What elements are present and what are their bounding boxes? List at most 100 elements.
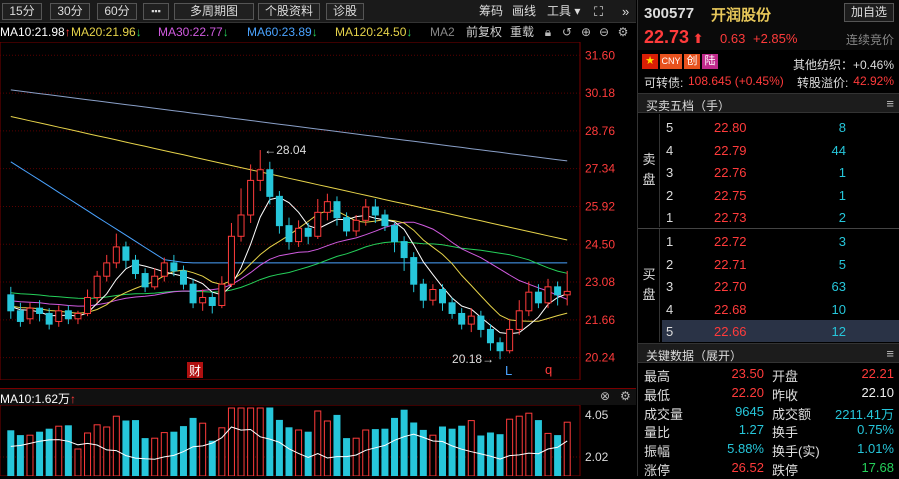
sell-level-row[interactable]: 4 22.79 44 <box>662 139 899 161</box>
candle-body[interactable] <box>515 310 523 330</box>
volume-bar[interactable] <box>314 410 322 476</box>
candle-body[interactable] <box>208 296 216 306</box>
candle-body[interactable] <box>179 270 187 285</box>
volume-bar[interactable] <box>208 440 216 476</box>
candle-body[interactable] <box>36 307 44 314</box>
volume-chart[interactable]: 4.05 2.02 <box>0 405 636 476</box>
candle-body[interactable] <box>410 257 418 285</box>
menu-icon[interactable]: ≡ <box>886 346 894 361</box>
candle-body[interactable] <box>371 206 379 216</box>
volume-bar[interactable] <box>534 420 542 476</box>
volume-bar[interactable] <box>563 421 571 476</box>
candle-body[interactable] <box>323 201 331 213</box>
candle-body[interactable] <box>74 312 82 320</box>
volume-bar[interactable] <box>103 426 111 476</box>
volume-bar[interactable] <box>391 417 399 476</box>
candle-body[interactable] <box>237 214 245 237</box>
volume-bar[interactable] <box>525 412 533 476</box>
lock-icon[interactable]: 🔒︎ <box>541 25 555 39</box>
volume-bar[interactable] <box>84 432 92 476</box>
candle-body[interactable] <box>112 246 120 264</box>
candle-body[interactable] <box>103 262 111 277</box>
collapse-right-icon[interactable]: » <box>622 4 629 19</box>
volume-bar[interactable] <box>304 431 312 476</box>
candle-body[interactable] <box>160 262 168 277</box>
menu-icon[interactable]: ≡ <box>886 96 894 111</box>
undo-icon[interactable]: ↺ <box>560 25 574 39</box>
volume-bar[interactable] <box>506 418 514 476</box>
sell-level-row[interactable]: 1 22.73 2 <box>662 206 899 228</box>
candle-body[interactable] <box>458 312 466 325</box>
reload-button[interactable]: 重载 <box>510 25 534 40</box>
volume-bar[interactable] <box>362 429 370 476</box>
candle-body[interactable] <box>314 211 322 237</box>
volume-bar[interactable] <box>496 434 504 476</box>
candle-body[interactable] <box>199 296 207 304</box>
candle-body[interactable] <box>304 227 312 237</box>
candle-body[interactable] <box>333 201 341 219</box>
candle-body[interactable] <box>189 283 197 304</box>
candle-body[interactable] <box>295 227 303 243</box>
volume-bar[interactable] <box>554 435 562 476</box>
fullscreen-icon[interactable]: ⛶ <box>594 4 603 19</box>
volume-bar[interactable] <box>151 437 159 476</box>
sell-level-row[interactable]: 2 22.75 1 <box>662 184 899 206</box>
volume-bar[interactable] <box>74 448 82 476</box>
stock-info-button[interactable]: 个股资料 <box>258 3 320 20</box>
candle-body[interactable] <box>381 214 389 227</box>
volume-bar[interactable] <box>36 431 44 476</box>
candle-body[interactable] <box>7 294 15 312</box>
diagnose-button[interactable]: 诊股 <box>326 3 364 20</box>
candle-body[interactable] <box>218 283 226 306</box>
buy-level-row[interactable]: 2 22.71 5 <box>662 253 899 275</box>
candle-body[interactable] <box>429 289 437 301</box>
volume-bar[interactable] <box>141 438 149 476</box>
more-periods-button[interactable]: ▪▪▪ <box>143 3 169 20</box>
volume-bar[interactable] <box>438 426 446 476</box>
adjust-mode-label[interactable]: 前复权 <box>466 25 502 40</box>
candle-body[interactable] <box>275 195 283 227</box>
volume-bar[interactable] <box>448 428 456 476</box>
volume-bar[interactable] <box>285 427 293 476</box>
candle-body[interactable] <box>419 283 427 301</box>
volume-bar[interactable] <box>16 435 24 476</box>
close-icon[interactable]: ⊗ <box>600 389 610 403</box>
zoom-in-icon[interactable]: ⊕ <box>579 25 593 39</box>
volume-bar[interactable] <box>515 415 523 476</box>
candle-body[interactable] <box>227 235 235 285</box>
candle-body[interactable] <box>26 307 34 320</box>
volume-bar[interactable] <box>247 407 255 476</box>
candle-body[interactable] <box>362 206 370 221</box>
volume-bar[interactable] <box>486 432 494 476</box>
candle-body[interactable] <box>438 289 446 304</box>
keydata-header[interactable]: 关键数据（展开） ≡ <box>638 343 899 363</box>
candle-body[interactable] <box>534 291 542 304</box>
sector-change[interactable]: 其他纺织：+0.46% <box>793 56 894 73</box>
candle-body[interactable] <box>170 262 178 272</box>
volume-bar[interactable] <box>266 407 274 476</box>
candle-body[interactable] <box>400 241 408 259</box>
candle-body[interactable] <box>496 342 504 352</box>
candle-body[interactable] <box>55 310 63 322</box>
candle-body[interactable] <box>563 290 571 296</box>
volume-bar[interactable] <box>199 422 207 476</box>
candle-body[interactable] <box>93 275 101 298</box>
event-marker-q[interactable]: q <box>545 362 552 377</box>
volume-bar[interactable] <box>371 429 379 476</box>
bond-value[interactable]: 108.645 (+0.45%) <box>688 74 784 88</box>
volume-bar[interactable] <box>323 420 331 476</box>
period-60min-button[interactable]: 60分 <box>97 3 137 20</box>
volume-bar[interactable] <box>256 407 264 476</box>
volume-bar[interactable] <box>544 432 552 476</box>
candle-body[interactable] <box>266 169 274 197</box>
volume-bar[interactable] <box>237 407 245 476</box>
volume-bar[interactable] <box>64 425 72 476</box>
volume-bar[interactable] <box>352 437 360 476</box>
volume-bar[interactable] <box>160 432 168 476</box>
candle-body[interactable] <box>16 310 24 322</box>
multi-period-button[interactable]: 多周期图 <box>174 3 254 20</box>
candle-body[interactable] <box>467 315 475 325</box>
buy-level-row[interactable]: 4 22.68 10 <box>662 298 899 320</box>
candle-body[interactable] <box>391 225 399 243</box>
candle-body[interactable] <box>486 328 494 344</box>
